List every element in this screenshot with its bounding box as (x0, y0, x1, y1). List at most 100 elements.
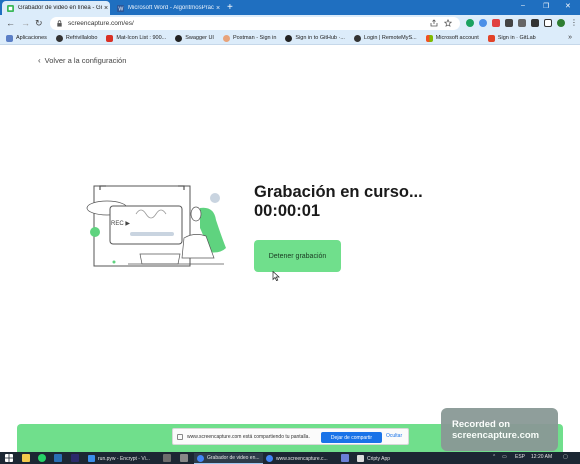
taskbar-app-icon[interactable] (71, 454, 79, 462)
address-bar[interactable]: screencapture.com/es/ (50, 17, 460, 30)
bookmark-label: Swagger UI (185, 35, 214, 41)
extensions-puzzle-icon[interactable] (518, 19, 526, 27)
tray-overflow-icon[interactable]: ⌃ (492, 454, 496, 460)
github-icon (285, 34, 293, 42)
tab-screencapture[interactable]: Grabador de video en línea - Gra × (2, 1, 110, 15)
bookmark-item[interactable]: Refrivillalobo (55, 34, 97, 42)
taskbar-app-icon[interactable] (163, 454, 171, 462)
bookmark-label: Postman - Sign in (232, 35, 277, 41)
back-link-label: Volver a la configuración (44, 56, 127, 65)
profile-avatar[interactable] (557, 19, 565, 27)
whatsapp-icon[interactable] (38, 454, 46, 462)
close-window-button[interactable]: ✕ (565, 2, 571, 10)
taskbar-window-chrome-share[interactable]: www.screencapture.c... (266, 453, 328, 464)
tab-close-icon[interactable]: × (102, 5, 110, 12)
file-explorer-icon[interactable] (22, 454, 30, 462)
tab-title: Grabador de video en línea - Gra (18, 5, 102, 11)
extension-icon[interactable] (505, 19, 513, 27)
bookmark-item[interactable]: Login | RemoteMyS... (353, 34, 417, 42)
bookmark-item[interactable]: Sign in to GitHub ·... (285, 34, 345, 42)
mouse-cursor-icon (272, 271, 280, 281)
chevron-left-icon: ‹ (38, 56, 41, 65)
screen-share-icon (177, 433, 183, 440)
bookmark-label: Login | RemoteMyS... (363, 35, 417, 41)
bookmarks-overflow-icon[interactable]: » (568, 34, 572, 41)
stop-sharing-button[interactable]: Dejar de compartir (321, 432, 382, 443)
clock[interactable]: 12:20 AM (531, 454, 552, 460)
bookmark-label: Aplicaciones (16, 35, 47, 41)
bookmarks-bar: Aplicaciones Refrivillalobo Mat-Icon Lis… (0, 32, 580, 45)
sidebar-icon[interactable] (544, 19, 552, 27)
hide-share-bar-button[interactable]: Ocultar (386, 433, 402, 439)
language-indicator[interactable]: ESP (515, 454, 525, 460)
taskbar-window-label: www.screencapture.c... (276, 455, 328, 462)
microsoft-icon (425, 34, 433, 42)
bookmark-item[interactable]: Mat-Icon List : 900... (106, 34, 167, 42)
url-text: screencapture.com/es/ (68, 20, 134, 27)
minimize-button[interactable]: – (521, 2, 525, 9)
chrome-icon (266, 455, 273, 462)
tab-title: Microsoft Word - AlgoritmosPrácticos (128, 5, 214, 11)
screencapture-favicon-icon (7, 4, 14, 12)
taskbar-window-chrome-recorder[interactable]: Grabador de video en... (194, 453, 263, 464)
taskbar-window-label: Cripty App (367, 455, 391, 462)
back-to-settings-link[interactable]: ‹ Volver a la configuración (38, 56, 126, 65)
bookmark-label: Mat-Icon List : 900... (116, 35, 167, 41)
extension-icon[interactable] (466, 19, 474, 27)
bookmark-label: Sign in to GitHub ·... (295, 35, 345, 41)
screen-share-notification: www.screencapture.com está compartiendo … (172, 428, 409, 445)
bookmark-label: Microsoft account (435, 35, 479, 41)
taskbar-window-vscode[interactable]: run.pyw - Encrypt - Vi... (88, 453, 150, 464)
bookmark-icon (222, 34, 230, 42)
bookmark-star-icon[interactable] (444, 19, 452, 27)
share-notice-text: www.screencapture.com está compartiendo … (187, 433, 310, 440)
maximize-button[interactable]: ❐ (543, 2, 549, 10)
new-tab-button[interactable]: + (227, 2, 233, 13)
taskbar-app-icon[interactable] (54, 454, 62, 462)
share-page-icon[interactable] (430, 19, 438, 27)
bookmark-icon (106, 34, 114, 42)
bookmark-item[interactable]: Postman - Sign in (222, 34, 277, 42)
bookmark-item[interactable]: Aplicaciones (6, 34, 47, 42)
stop-recording-button[interactable]: Detener grabación (254, 240, 341, 272)
taskbar-window-label: run.pyw - Encrypt - Vi... (98, 455, 150, 462)
windows-start-icon[interactable] (5, 454, 13, 462)
bookmark-icon (55, 34, 63, 42)
word-favicon-icon: W (117, 4, 124, 12)
svg-text:W: W (118, 6, 123, 11)
forward-icon[interactable]: → (21, 18, 30, 28)
gitlab-icon (487, 34, 495, 42)
chrome-icon (197, 454, 204, 462)
bookmark-item[interactable]: Sign in · GitLab (487, 34, 536, 42)
bookmark-item[interactable]: Swagger UI (175, 34, 214, 42)
bookmark-icon (175, 34, 183, 42)
browser-toolbar: ← → ↻ screencapture.com/es/ ⋮ (0, 15, 580, 32)
extension-icon[interactable] (492, 19, 500, 27)
taskbar-window-cripty[interactable]: Cripty App (357, 453, 390, 464)
taskbar-app-icon[interactable] (341, 454, 349, 462)
lock-icon (57, 20, 62, 27)
watermark-line-1: Recorded on (452, 419, 511, 430)
tab-strip: Grabador de video en línea - Gra × W Mic… (0, 0, 580, 15)
tab-word[interactable]: W Microsoft Word - AlgoritmosPrácticos × (112, 1, 222, 15)
media-icon[interactable] (531, 19, 539, 27)
network-icon[interactable]: ▭ (502, 454, 507, 460)
taskbar-app-icon[interactable] (180, 454, 188, 462)
bookmark-label: Sign in · GitLab (497, 35, 536, 41)
tab-close-icon[interactable]: × (214, 5, 222, 12)
notifications-icon[interactable]: ▢ (563, 454, 568, 460)
recording-timer: 00:00:01 (254, 202, 321, 220)
watermark-line-2: screencapture.com (452, 430, 540, 441)
screen: { "browser": { "tabs": [ {"title": "Grab… (0, 0, 580, 464)
app-window-icon (357, 455, 364, 462)
bookmark-item[interactable]: Microsoft account (425, 34, 479, 42)
browser-menu-icon[interactable]: ⋮ (570, 19, 578, 27)
recording-illustration: REC ▶ (86, 185, 226, 267)
extension-icon[interactable] (479, 19, 487, 27)
bookmark-icon (353, 34, 361, 42)
windows-taskbar: run.pyw - Encrypt - Vi... Grabador de vi… (0, 452, 580, 464)
reload-icon[interactable]: ↻ (35, 18, 43, 29)
taskbar-window-label: Grabador de video en... (207, 455, 260, 461)
recorded-on-watermark: Recorded on screencapture.com (441, 408, 558, 451)
back-icon[interactable]: ← (6, 18, 15, 28)
